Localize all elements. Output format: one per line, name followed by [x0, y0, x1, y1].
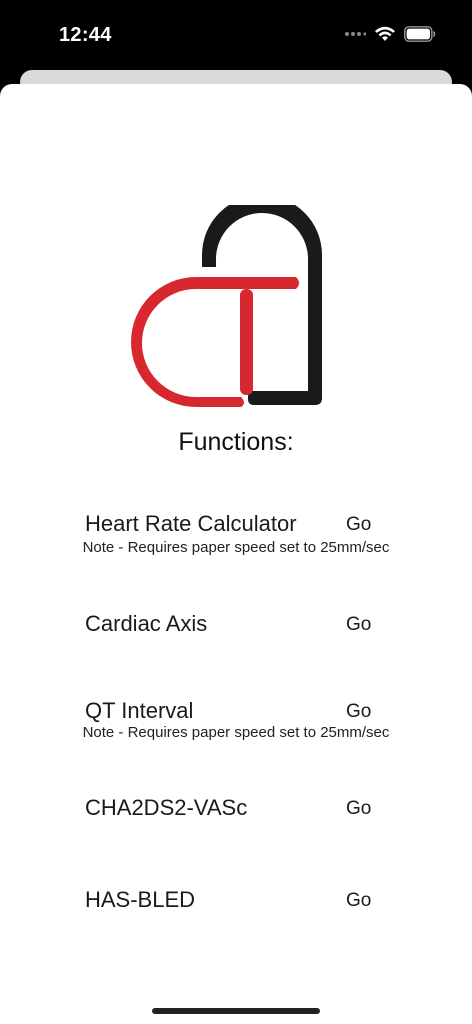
- go-button-cha2ds2-vasc[interactable]: Go: [346, 798, 371, 820]
- function-label-qt-interval: QT Interval: [85, 698, 194, 723]
- home-indicator[interactable]: [152, 1008, 320, 1014]
- status-bar: 12:44: [0, 0, 472, 70]
- cellular-dots-icon: [345, 32, 366, 36]
- status-time: 12:44: [59, 24, 112, 46]
- function-label-has-bled: HAS-BLED: [85, 887, 196, 912]
- battery-icon: [404, 26, 436, 42]
- note-qt-interval: Note - Requires paper speed set to 25mm/…: [82, 724, 390, 741]
- go-button-heart-rate-calculator[interactable]: Go: [346, 514, 371, 536]
- app-logo-icon: [131, 205, 322, 407]
- function-label-cardiac-axis: Cardiac Axis: [85, 611, 208, 636]
- go-button-cardiac-axis[interactable]: Go: [346, 614, 371, 636]
- wifi-icon: [375, 26, 395, 41]
- go-button-has-bled[interactable]: Go: [346, 890, 371, 912]
- function-label-heart-rate-calculator: Heart Rate Calculator: [85, 511, 297, 536]
- status-icons: [344, 26, 436, 42]
- function-label-cha2ds2-vasc: CHA2DS2-VASc: [85, 795, 248, 820]
- note-heart-rate-calculator: Note - Requires paper speed set to 25mm/…: [82, 539, 390, 556]
- go-button-qt-interval[interactable]: Go: [346, 701, 371, 723]
- page-title: Functions:: [178, 428, 294, 456]
